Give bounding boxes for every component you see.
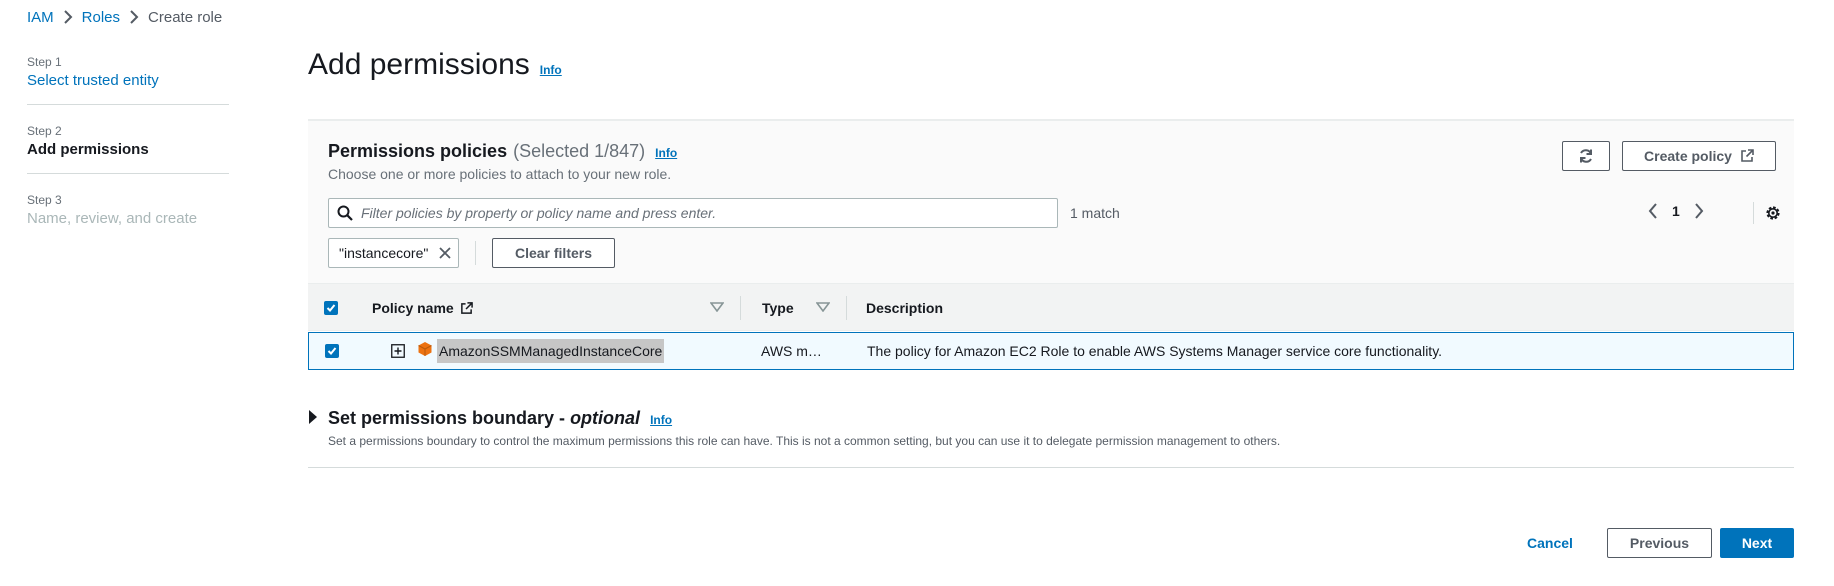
column-divider xyxy=(740,296,741,320)
policy-filter-input[interactable] xyxy=(361,205,1041,221)
caret-right-icon xyxy=(308,410,318,424)
panel-header: Permissions policies (Selected 1/847) In… xyxy=(308,121,1794,283)
column-header-type[interactable]: Type xyxy=(762,284,794,332)
previous-page-icon[interactable] xyxy=(1648,203,1658,219)
breadcrumb: IAM Roles Create role xyxy=(27,7,222,27)
filter-divider xyxy=(475,241,476,265)
step-label: Step 3 xyxy=(27,193,62,207)
page-title: Add permissions xyxy=(308,48,530,81)
create-policy-label: Create policy xyxy=(1644,148,1732,164)
page-header: Add permissions Info xyxy=(308,48,562,82)
column-divider xyxy=(846,296,847,320)
column-label: Type xyxy=(762,300,794,316)
policy-filter xyxy=(328,198,1058,228)
remove-filter-icon[interactable] xyxy=(438,246,452,260)
wizard-step-2: Step 2 Add permissions xyxy=(27,119,229,174)
permissions-policies-panel: Permissions policies (Selected 1/847) In… xyxy=(308,119,1794,373)
selected-count: (Selected 1/847) xyxy=(513,141,646,161)
panel-title: Permissions policies xyxy=(328,141,508,161)
column-label: Policy name xyxy=(372,300,454,316)
policies-info-link[interactable]: Info xyxy=(655,146,677,160)
search-icon xyxy=(337,205,353,221)
sort-descending-icon[interactable] xyxy=(710,302,724,312)
table-header: Policy name Type Description xyxy=(308,283,1794,331)
create-policy-button[interactable]: Create policy xyxy=(1622,141,1776,171)
external-link-icon xyxy=(460,301,473,315)
filter-token-label: "instancecore" xyxy=(339,245,429,261)
cancel-button[interactable]: Cancel xyxy=(1510,528,1590,558)
boundary-optional: optional xyxy=(570,408,641,428)
wizard-step-3: Step 3 Name, review, and create xyxy=(27,188,229,242)
external-link-icon xyxy=(1740,149,1754,163)
boundary-title: Set permissions boundary - xyxy=(328,408,566,428)
current-page-number[interactable]: 1 xyxy=(1672,203,1680,219)
filter-token: "instancecore" xyxy=(328,238,460,268)
wizard-steps: Step 1 Select trusted entity Step 2 Add … xyxy=(27,50,229,256)
step-label: Step 2 xyxy=(27,124,62,138)
permissions-boundary-section: Set permissions boundary - optional Info… xyxy=(308,408,1794,468)
expand-plus-icon[interactable] xyxy=(391,344,405,358)
select-all-checkbox[interactable] xyxy=(324,301,338,315)
chevron-right-icon xyxy=(129,10,139,24)
previous-button[interactable]: Previous xyxy=(1607,528,1712,558)
pagination: 1 xyxy=(1648,203,1704,219)
breadcrumb-current: Create role xyxy=(148,8,223,26)
column-header-policy-name[interactable]: Policy name xyxy=(372,284,473,332)
step-name-review-create: Name, review, and create xyxy=(27,210,198,227)
checkbox-checked-icon xyxy=(324,301,338,315)
table-row[interactable]: AmazonSSMManagedInstanceCore AWS m… The … xyxy=(308,332,1794,370)
column-label: Description xyxy=(866,300,944,316)
step-select-trusted-entity-link[interactable]: Select trusted entity xyxy=(27,70,229,92)
next-button[interactable]: Next xyxy=(1720,528,1794,558)
column-header-description: Description xyxy=(866,284,943,332)
refresh-button[interactable] xyxy=(1562,141,1610,171)
boundary-description: Set a permissions boundary to control th… xyxy=(328,434,1281,448)
step-add-permissions: Add permissions xyxy=(27,141,149,158)
checkbox-checked-icon xyxy=(325,344,339,358)
gear-icon[interactable] xyxy=(1753,202,1782,224)
policy-description: The policy for Amazon EC2 Role to enable… xyxy=(867,343,1443,359)
panel-description: Choose one or more policies to attach to… xyxy=(328,166,672,182)
breadcrumb-iam-link[interactable]: IAM xyxy=(27,9,54,26)
breadcrumb-roles-link[interactable]: Roles xyxy=(82,9,120,26)
step-label: Step 1 xyxy=(27,55,62,69)
refresh-icon xyxy=(1578,148,1594,164)
boundary-info-link[interactable]: Info xyxy=(650,413,672,427)
policy-name-link[interactable]: AmazonSSMManagedInstanceCore xyxy=(437,339,665,363)
wizard-step-1: Step 1 Select trusted entity xyxy=(27,50,229,105)
panel-title-row: Permissions policies (Selected 1/847) In… xyxy=(328,141,677,162)
sort-descending-icon[interactable] xyxy=(816,302,830,312)
match-count: 1 match xyxy=(1070,205,1120,221)
chevron-right-icon xyxy=(63,10,73,24)
policy-type: AWS m… xyxy=(761,343,822,359)
clear-filters-button[interactable]: Clear filters xyxy=(492,238,615,268)
aws-managed-policy-icon xyxy=(417,341,433,357)
permissions-boundary-toggle[interactable]: Set permissions boundary - optional Info xyxy=(308,408,672,429)
next-page-icon[interactable] xyxy=(1694,203,1704,219)
page-info-link[interactable]: Info xyxy=(540,63,562,77)
row-checkbox[interactable] xyxy=(325,344,339,358)
